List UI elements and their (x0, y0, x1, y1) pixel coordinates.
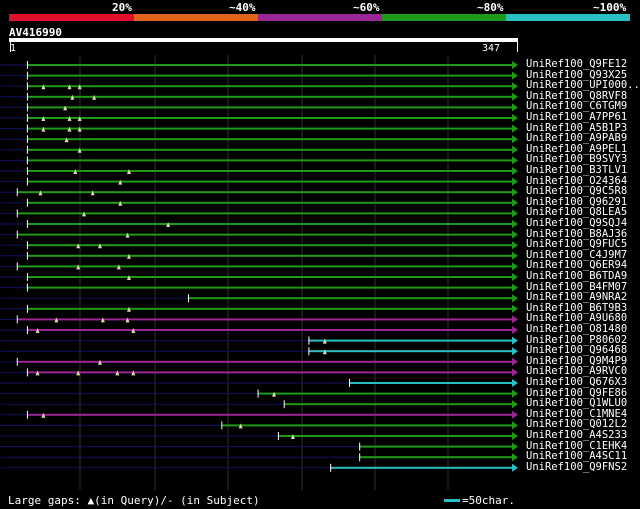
hit-bar (17, 360, 513, 363)
hit-end-arrow (512, 198, 518, 207)
hit-bar (27, 286, 513, 289)
hit-bar (27, 138, 513, 141)
hit-end-arrow (512, 71, 518, 80)
scale-legend-label: =50char. (462, 494, 515, 507)
hit-end-arrow (512, 273, 518, 281)
hit-end-arrow (512, 145, 518, 154)
hit-bar (27, 74, 513, 77)
hit-end-arrow (512, 103, 518, 112)
hit-end-arrow (512, 241, 518, 250)
hit-end-arrow (512, 442, 518, 451)
hit-bar (27, 329, 513, 331)
hit-end-arrow (512, 124, 518, 133)
hit-bar (27, 127, 513, 130)
hit-bar (27, 276, 513, 278)
hit-end-arrow (512, 177, 518, 186)
hit-bar (27, 85, 513, 88)
hit-bar (359, 445, 512, 448)
hit-bar (17, 265, 513, 268)
hit-end-arrow (512, 188, 518, 197)
hit-end-arrow (512, 92, 518, 101)
hit-bar (349, 382, 512, 384)
hit-end-arrow (512, 315, 518, 324)
hit-bar (27, 371, 513, 374)
hit-bar (27, 106, 513, 109)
hit-end-arrow (512, 135, 518, 144)
hit-bar (27, 159, 513, 162)
hit-end-arrow (512, 230, 518, 239)
hit-end-arrow (512, 336, 518, 345)
hit-bar (17, 212, 513, 215)
hit-end-arrow (512, 283, 518, 292)
hit-end-arrow (512, 61, 518, 69)
hit-bar (278, 435, 512, 437)
hit-bar (27, 180, 513, 183)
hit-bar (27, 95, 513, 98)
hit-bar (308, 339, 512, 342)
hit-bar (17, 233, 513, 236)
hit-bar (330, 466, 512, 469)
hit-end-arrow (512, 114, 518, 122)
hit-bar (258, 392, 512, 395)
hit-bar (188, 297, 512, 300)
hit-end-arrow (512, 304, 518, 313)
hit-bar (284, 403, 512, 406)
hit-bar (17, 191, 513, 194)
hit-bar (308, 350, 512, 353)
hit-bar (27, 64, 513, 66)
hit-bar (221, 424, 512, 427)
gaps-legend: Large gaps: ▲(in Query)/- (in Subject) (8, 494, 260, 507)
hit-bar (27, 148, 513, 151)
hit-end-arrow (512, 167, 518, 175)
hit-bar (27, 413, 513, 416)
hit-end-arrow (512, 294, 518, 303)
hit-bar (27, 307, 513, 310)
hit-end-arrow (512, 368, 518, 377)
hit-end-arrow (512, 347, 518, 356)
hit-label[interactable]: UniRef100_Q9FNS2 (526, 461, 627, 473)
scale-legend-bar (444, 499, 460, 502)
hit-end-arrow (512, 463, 518, 472)
hit-end-arrow (512, 389, 518, 398)
hit-end-arrow (512, 209, 518, 218)
hit-bar (359, 456, 512, 459)
hit-end-arrow (512, 156, 518, 165)
hit-bar (27, 170, 513, 172)
hit-bar (27, 201, 513, 204)
hit-bar (27, 223, 513, 225)
hit-end-arrow (512, 400, 518, 409)
hit-end-arrow (512, 251, 518, 260)
hit-end-arrow (512, 220, 518, 228)
hit-end-arrow (512, 410, 518, 419)
hit-bar (27, 117, 513, 119)
hit-bar (27, 254, 513, 257)
hit-end-arrow (512, 357, 518, 366)
hit-end-arrow (512, 262, 518, 271)
hit-end-arrow (512, 379, 518, 387)
hit-end-arrow (512, 82, 518, 91)
hit-end-arrow (512, 421, 518, 430)
hit-end-arrow (512, 326, 518, 334)
hit-bar (17, 318, 513, 321)
hit-end-arrow (512, 432, 518, 440)
hit-end-arrow (512, 453, 518, 462)
